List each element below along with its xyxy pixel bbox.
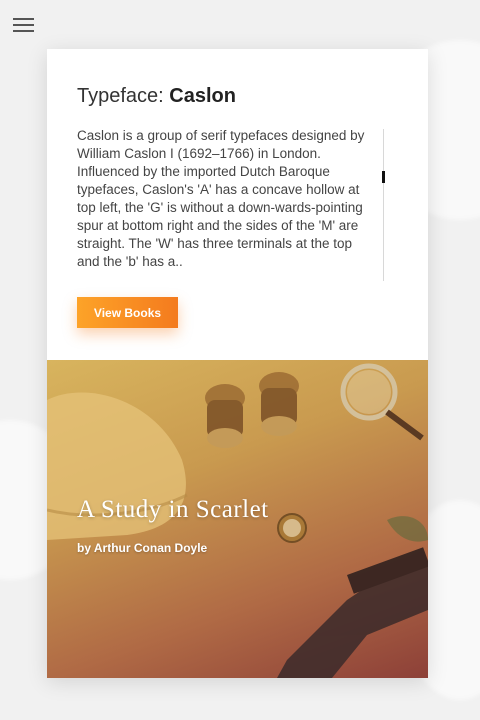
description-scroll-area[interactable]: Caslon is a group of serif typefaces des… (77, 127, 367, 271)
view-books-button[interactable]: View Books (77, 297, 178, 328)
book-title: A Study in Scarlet (77, 496, 269, 523)
scrollbar-thumb[interactable] (382, 171, 385, 183)
typeface-card: Typeface: Caslon Caslon is a group of se… (47, 49, 428, 678)
book-hero[interactable]: A Study in Scarlet by Arthur Conan Doyle (47, 360, 428, 678)
scrollbar-track[interactable] (383, 129, 384, 281)
typeface-name: Caslon (169, 85, 236, 107)
typeface-label: Typeface: (77, 85, 164, 107)
typeface-description: Caslon is a group of serif typefaces des… (77, 128, 365, 269)
book-author: by Arthur Conan Doyle (77, 541, 208, 555)
typeface-heading: Typeface: Caslon (77, 85, 236, 108)
menu-button[interactable] (13, 18, 35, 34)
hamburger-menu-icon (13, 18, 34, 20)
